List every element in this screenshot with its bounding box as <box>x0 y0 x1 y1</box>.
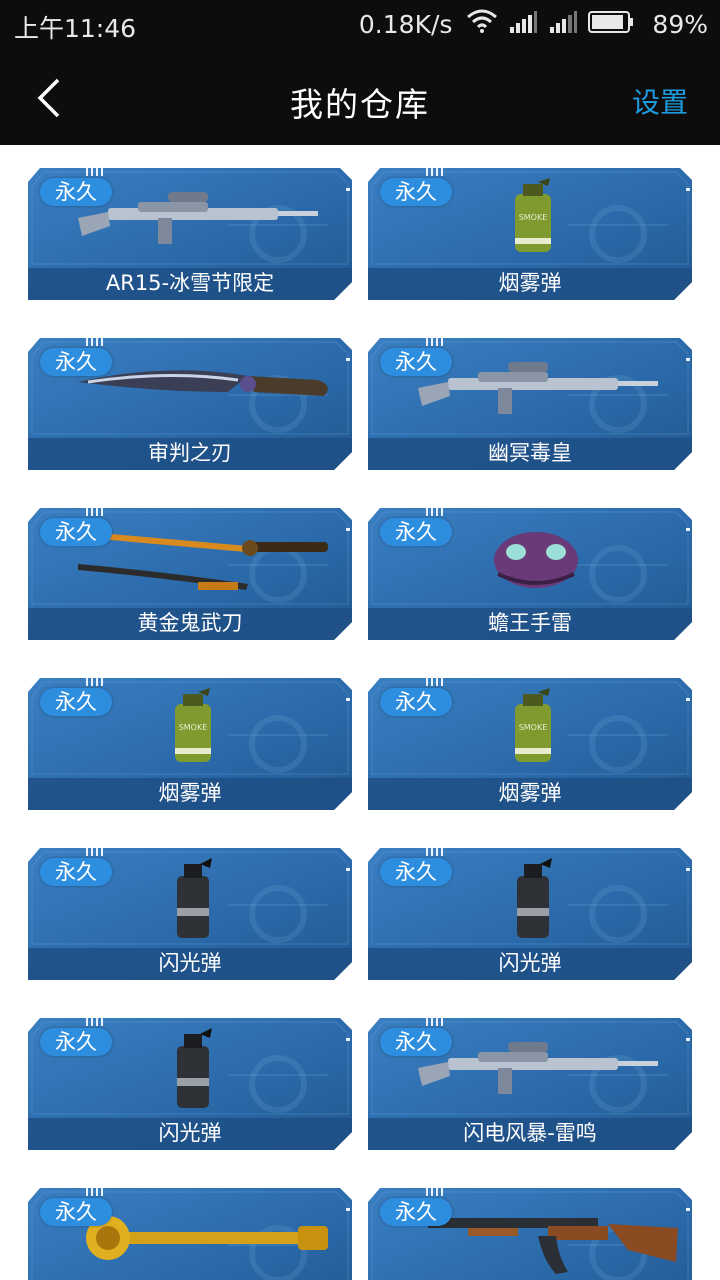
inventory-card[interactable]: 永久 幽冥毒皇 <box>368 338 692 470</box>
permanent-badge: 永久 <box>380 178 452 206</box>
item-name: 蟾王手雷 <box>488 611 572 635</box>
permanent-badge: 永久 <box>40 1198 112 1226</box>
status-bar: 上午11:46 0.18K/s 89% <box>0 0 720 50</box>
inventory-card[interactable]: 永久 闪光弹 <box>28 848 352 980</box>
item-name: 闪光弹 <box>158 951 222 975</box>
svg-text:SMOKE: SMOKE <box>519 723 548 732</box>
svg-text:SMOKE: SMOKE <box>519 213 548 222</box>
inventory-card[interactable]: 永久 审判之刃 <box>28 338 352 470</box>
item-name: AR15-冰雪节限定 <box>105 271 275 295</box>
inventory-card[interactable]: 永久 <box>368 1188 692 1280</box>
signal-icon <box>548 10 578 39</box>
battery-percent: 89% <box>652 9 708 39</box>
permanent-badge: 永久 <box>380 348 452 376</box>
inventory-card[interactable]: SMOKE 永久 烟雾弹 <box>368 678 692 810</box>
permanent-badge: 永久 <box>40 858 112 886</box>
signal-icon <box>508 10 538 39</box>
item-name: 烟雾弹 <box>158 781 222 805</box>
permanent-badge: 永久 <box>380 688 452 716</box>
item-name: 闪光弹 <box>498 951 562 975</box>
inventory-card[interactable]: 永久 闪光弹 <box>368 848 692 980</box>
status-right: 0.18K/s 89% <box>359 9 708 39</box>
permanent-badge: 永久 <box>380 1198 452 1226</box>
inventory-card[interactable]: 永久 闪光弹 <box>28 1018 352 1150</box>
permanent-badge: 永久 <box>40 518 112 546</box>
item-name: 黄金鬼武刀 <box>137 611 243 635</box>
item-name: 烟雾弹 <box>498 781 562 805</box>
permanent-badge: 永久 <box>40 688 112 716</box>
settings-button[interactable]: 设置 <box>632 81 688 121</box>
permanent-badge: 永久 <box>380 858 452 886</box>
permanent-badge: 永久 <box>380 1028 452 1056</box>
inventory-card[interactable]: 永久 <box>28 1188 352 1280</box>
status-time: 上午11:46 <box>14 14 137 43</box>
item-name: 闪电风暴-雷鸣 <box>463 1121 597 1145</box>
item-name: 闪光弹 <box>158 1121 222 1145</box>
inventory-card[interactable]: 永久 闪电风暴-雷鸣 <box>368 1018 692 1150</box>
item-name: 审判之刃 <box>148 441 232 465</box>
app-bar: 我的仓库 设置 <box>0 50 720 145</box>
item-name: 幽冥毒皇 <box>488 441 572 465</box>
item-name: 烟雾弹 <box>498 271 562 295</box>
inventory-grid: 永久 AR15-冰雪节限定 SMOKE 永久 烟雾弹 永久 审判之刃 永久 幽冥… <box>0 145 720 1280</box>
inventory-card[interactable]: 永久 AR15-冰雪节限定 <box>28 168 352 300</box>
permanent-badge: 永久 <box>40 178 112 206</box>
inventory-card[interactable]: 永久 黄金鬼武刀 <box>28 508 352 640</box>
inventory-card[interactable]: SMOKE 永久 烟雾弹 <box>28 678 352 810</box>
permanent-badge: 永久 <box>40 1028 112 1056</box>
battery-icon <box>588 10 642 39</box>
permanent-badge: 永久 <box>40 348 112 376</box>
inventory-card[interactable]: SMOKE 永久 烟雾弹 <box>368 168 692 300</box>
page-title: 我的仓库 <box>290 85 430 124</box>
inventory-card[interactable]: 永久 蟾王手雷 <box>368 508 692 640</box>
net-speed: 0.18K/s <box>358 9 453 39</box>
wifi-icon <box>466 9 498 39</box>
permanent-badge: 永久 <box>380 518 452 546</box>
svg-text:SMOKE: SMOKE <box>179 723 208 732</box>
